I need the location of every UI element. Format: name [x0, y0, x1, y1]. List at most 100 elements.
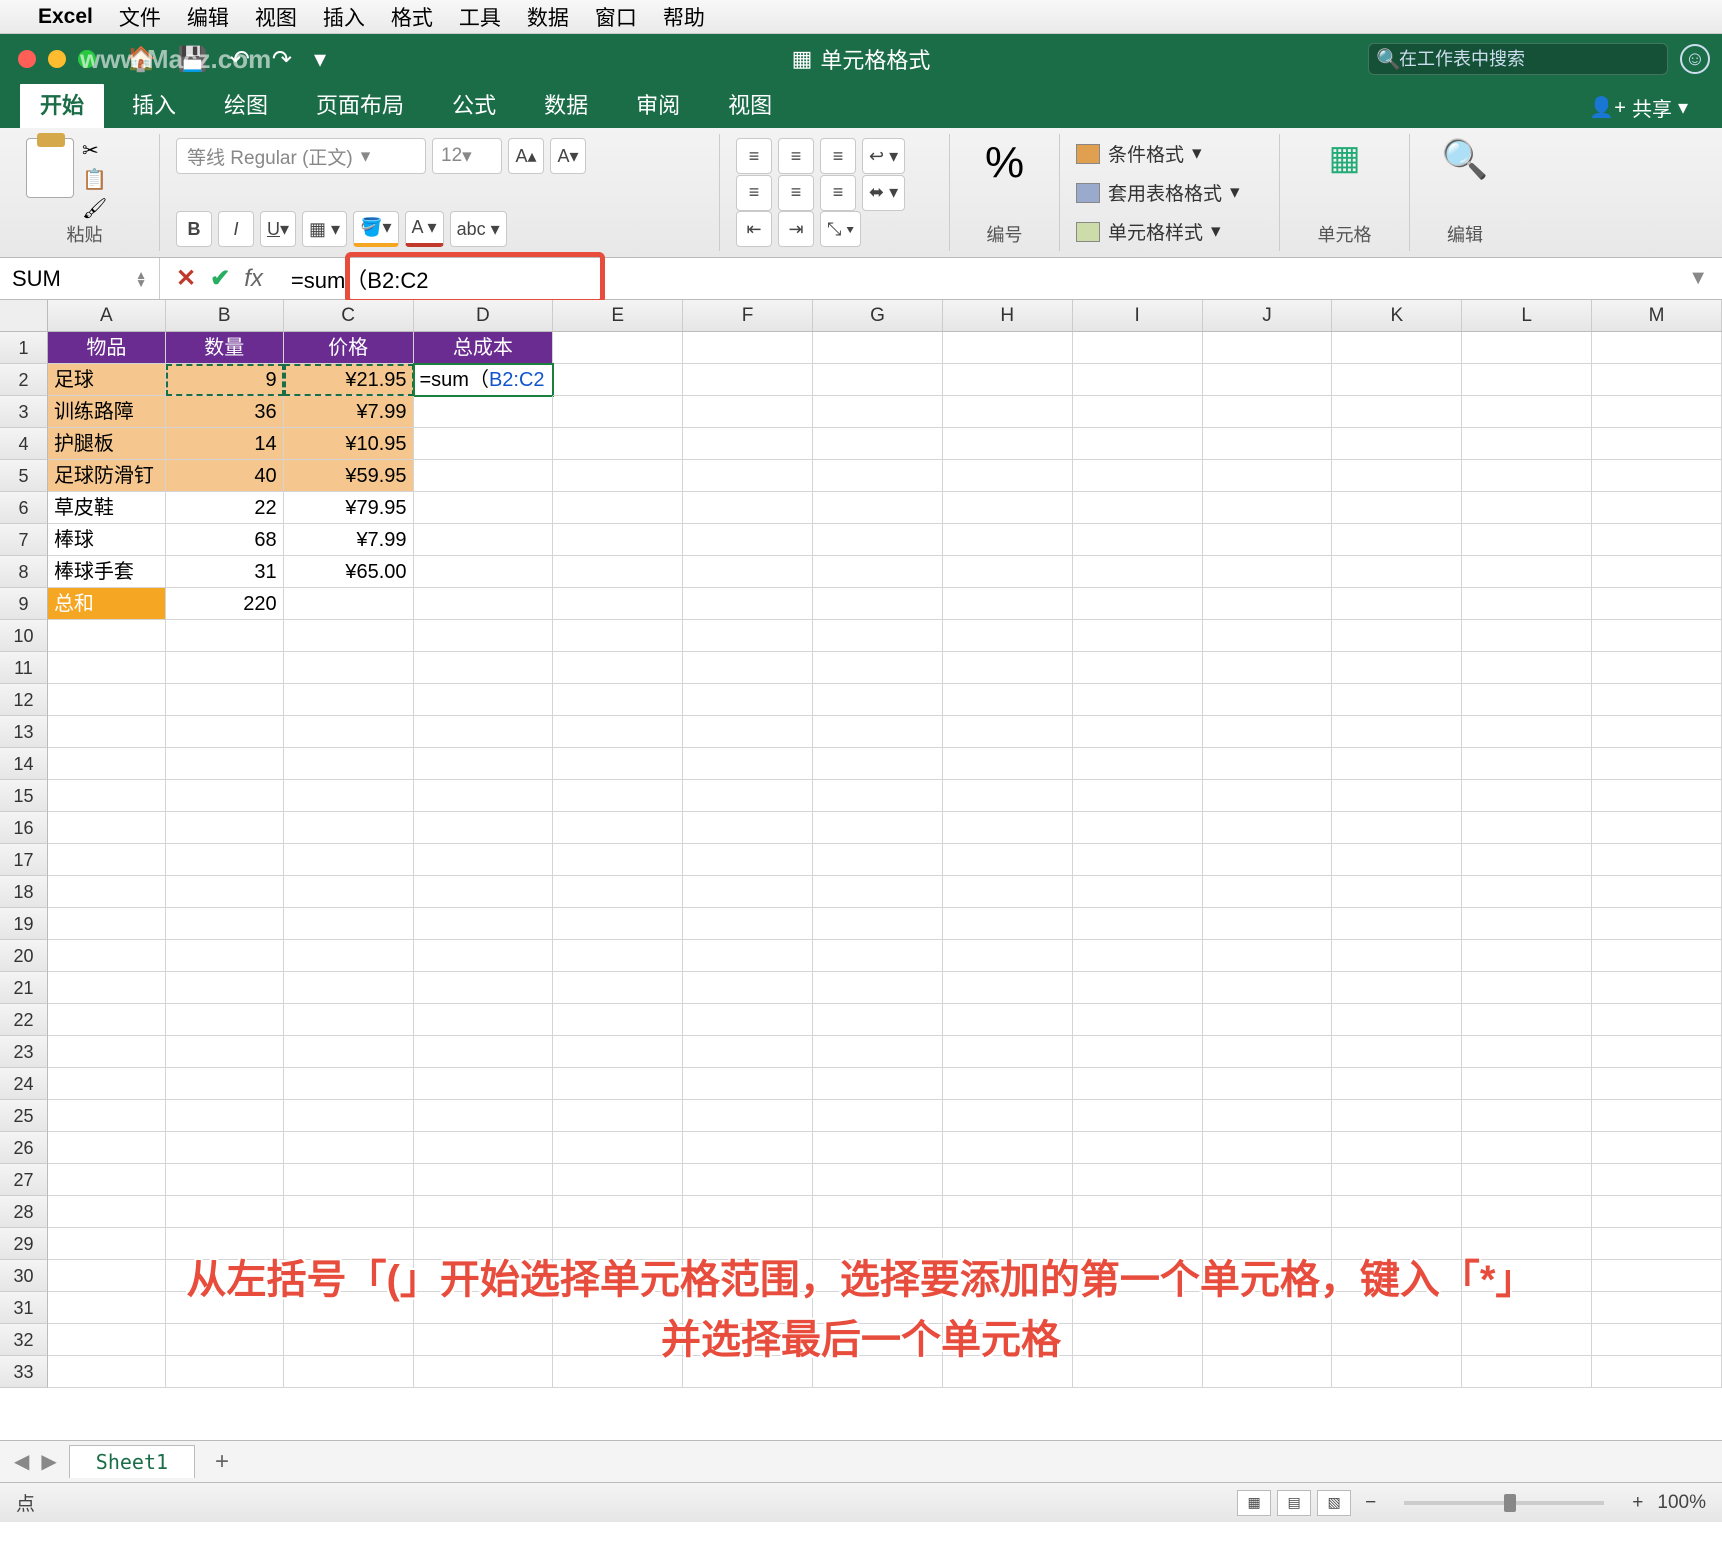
cell-B4[interactable]: 14: [166, 428, 284, 460]
column-header-C[interactable]: C: [284, 300, 414, 331]
cell-F10[interactable]: [683, 620, 813, 652]
menu-data[interactable]: 数据: [527, 2, 569, 32]
cell-B20[interactable]: [166, 940, 284, 972]
cell-J17[interactable]: [1203, 844, 1333, 876]
cell-I19[interactable]: [1073, 908, 1203, 940]
cell-L2[interactable]: [1462, 364, 1592, 396]
cell-C9[interactable]: [284, 588, 414, 620]
cell-L25[interactable]: [1462, 1100, 1592, 1132]
cell-L12[interactable]: [1462, 684, 1592, 716]
cell-C24[interactable]: [284, 1068, 414, 1100]
cell-L9[interactable]: [1462, 588, 1592, 620]
cell-G30[interactable]: [813, 1260, 943, 1292]
cell-J8[interactable]: [1203, 556, 1333, 588]
cell-K19[interactable]: [1332, 908, 1462, 940]
cell-J14[interactable]: [1203, 748, 1333, 780]
cell-D33[interactable]: [414, 1356, 554, 1388]
wrap-text-icon[interactable]: ↩ ▾: [862, 138, 905, 174]
column-header-H[interactable]: H: [943, 300, 1073, 331]
cell-A20[interactable]: [48, 940, 166, 972]
cell-J33[interactable]: [1203, 1356, 1333, 1388]
cell-D17[interactable]: [414, 844, 554, 876]
cell-L24[interactable]: [1462, 1068, 1592, 1100]
row-header[interactable]: 20: [0, 940, 48, 972]
cell-F11[interactable]: [683, 652, 813, 684]
cell-L14[interactable]: [1462, 748, 1592, 780]
cell-H1[interactable]: [943, 332, 1073, 364]
cell-B7[interactable]: 68: [166, 524, 284, 556]
cell-M27[interactable]: [1592, 1164, 1722, 1196]
cell-M16[interactable]: [1592, 812, 1722, 844]
cell-F18[interactable]: [683, 876, 813, 908]
cell-A26[interactable]: [48, 1132, 166, 1164]
cell-I26[interactable]: [1073, 1132, 1203, 1164]
cell-K4[interactable]: [1332, 428, 1462, 460]
cell-M4[interactable]: [1592, 428, 1722, 460]
cell-F28[interactable]: [683, 1196, 813, 1228]
cell-C16[interactable]: [284, 812, 414, 844]
cell-D28[interactable]: [414, 1196, 554, 1228]
cell-G29[interactable]: [813, 1228, 943, 1260]
cell-H11[interactable]: [943, 652, 1073, 684]
cell-F26[interactable]: [683, 1132, 813, 1164]
cell-G31[interactable]: [813, 1292, 943, 1324]
cell-D29[interactable]: [414, 1228, 554, 1260]
row-header[interactable]: 28: [0, 1196, 48, 1228]
cell-K11[interactable]: [1332, 652, 1462, 684]
cell-C29[interactable]: [284, 1228, 414, 1260]
cell-M3[interactable]: [1592, 396, 1722, 428]
row-header[interactable]: 5: [0, 460, 48, 492]
cell-G14[interactable]: [813, 748, 943, 780]
cell-H24[interactable]: [943, 1068, 1073, 1100]
cell-E22[interactable]: [553, 1004, 683, 1036]
cell-A10[interactable]: [48, 620, 166, 652]
cell-B21[interactable]: [166, 972, 284, 1004]
cell-I22[interactable]: [1073, 1004, 1203, 1036]
align-left-icon[interactable]: ≡: [736, 175, 772, 211]
share-button[interactable]: 👤+ 共享 ▾: [1575, 87, 1702, 128]
row-header[interactable]: 1: [0, 332, 48, 364]
redo-icon[interactable]: ↷: [272, 45, 292, 74]
row-header[interactable]: 14: [0, 748, 48, 780]
cell-G10[interactable]: [813, 620, 943, 652]
cell-D31[interactable]: [414, 1292, 554, 1324]
cell-I1[interactable]: [1073, 332, 1203, 364]
cell-D11[interactable]: [414, 652, 554, 684]
cell-H7[interactable]: [943, 524, 1073, 556]
cell-I28[interactable]: [1073, 1196, 1203, 1228]
cell-G15[interactable]: [813, 780, 943, 812]
cell-K31[interactable]: [1332, 1292, 1462, 1324]
cell-C12[interactable]: [284, 684, 414, 716]
cell-K9[interactable]: [1332, 588, 1462, 620]
cell-B22[interactable]: [166, 1004, 284, 1036]
cell-F8[interactable]: [683, 556, 813, 588]
cell-J32[interactable]: [1203, 1324, 1333, 1356]
row-header[interactable]: 12: [0, 684, 48, 716]
cell-G4[interactable]: [813, 428, 943, 460]
decrease-font-icon[interactable]: A▾: [550, 138, 586, 174]
cell-E29[interactable]: [553, 1228, 683, 1260]
cell-M2[interactable]: [1592, 364, 1722, 396]
cell-K6[interactable]: [1332, 492, 1462, 524]
cell-B26[interactable]: [166, 1132, 284, 1164]
cell-I15[interactable]: [1073, 780, 1203, 812]
cell-B30[interactable]: [166, 1260, 284, 1292]
cell-A30[interactable]: [48, 1260, 166, 1292]
page-break-view-icon[interactable]: ▧: [1317, 1490, 1351, 1516]
cell-H12[interactable]: [943, 684, 1073, 716]
row-header[interactable]: 4: [0, 428, 48, 460]
cell-D27[interactable]: [414, 1164, 554, 1196]
cell-E33[interactable]: [553, 1356, 683, 1388]
cell-H32[interactable]: [943, 1324, 1073, 1356]
cell-C31[interactable]: [284, 1292, 414, 1324]
cell-M13[interactable]: [1592, 716, 1722, 748]
cell-M32[interactable]: [1592, 1324, 1722, 1356]
cell-G7[interactable]: [813, 524, 943, 556]
cell-H3[interactable]: [943, 396, 1073, 428]
phonetic-button[interactable]: abc ▾: [450, 211, 507, 247]
cell-H31[interactable]: [943, 1292, 1073, 1324]
cell-J5[interactable]: [1203, 460, 1333, 492]
save-icon[interactable]: 💾: [178, 45, 208, 74]
row-header[interactable]: 11: [0, 652, 48, 684]
cell-F22[interactable]: [683, 1004, 813, 1036]
